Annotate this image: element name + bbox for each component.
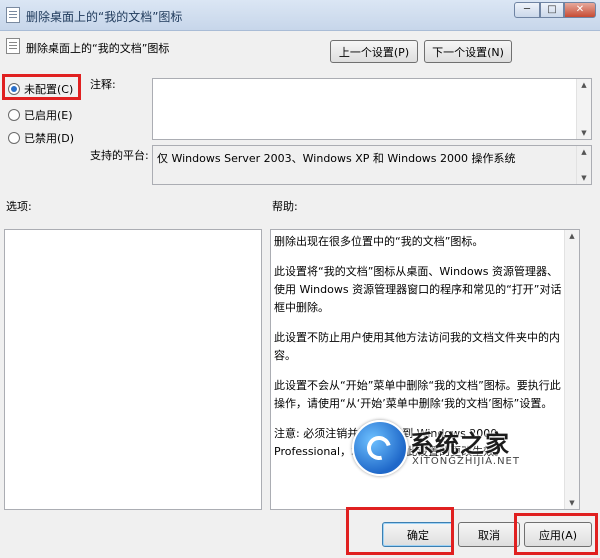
supported-platforms-value: 仅 Windows Server 2003、Windows XP 和 Windo…: [157, 152, 516, 165]
radio-label: 已启用(E): [24, 109, 73, 122]
radio-enabled[interactable]: 已启用(E): [8, 107, 73, 123]
ok-button[interactable]: 确定: [382, 522, 454, 547]
help-scrollbar[interactable]: ▲ ▼: [564, 230, 579, 509]
setting-title: 删除桌面上的“我的文档”图标: [26, 42, 170, 55]
help-label: 帮助:: [272, 200, 298, 213]
scroll-down-arrow-icon[interactable]: ▼: [577, 172, 591, 184]
radio-not-configured[interactable]: 未配置(C): [8, 81, 73, 97]
help-paragraph: 删除出现在很多位置中的“我的文档”图标。: [274, 235, 484, 248]
help-text: 删除出现在很多位置中的“我的文档”图标。 此设置将“我的文档”图标从桌面、Win…: [274, 233, 562, 473]
supported-platforms-label: 支持的平台:: [90, 149, 149, 162]
scroll-up-arrow-icon[interactable]: ▲: [577, 146, 591, 158]
next-setting-button[interactable]: 下一个设置(N): [424, 40, 512, 63]
help-paragraph: 注意: 必须注销并重新登录到 Windows 2000 Professional…: [274, 427, 506, 458]
supported-platforms-box: 仅 Windows Server 2003、Windows XP 和 Windo…: [152, 145, 592, 185]
options-label: 选项:: [6, 200, 32, 213]
comment-textarea[interactable]: ▲ ▼: [152, 78, 592, 140]
radio-disabled[interactable]: 已禁用(D): [8, 130, 74, 146]
apply-button[interactable]: 应用(A): [524, 522, 592, 547]
radio-label: 未配置(C): [24, 83, 74, 96]
radio-button-icon: [8, 132, 20, 144]
scroll-down-arrow-icon[interactable]: ▼: [577, 127, 591, 139]
close-button[interactable]: ✕: [564, 2, 596, 18]
options-pane: [4, 229, 262, 510]
radio-label: 已禁用(D): [24, 132, 75, 145]
radio-button-icon: [8, 109, 20, 121]
policy-document-icon: [6, 7, 20, 23]
comment-label: 注释:: [90, 78, 116, 91]
help-paragraph: 此设置将“我的文档”图标从桌面、Windows 资源管理器、使用 Windows…: [274, 265, 562, 314]
help-pane: 删除出现在很多位置中的“我的文档”图标。 此设置将“我的文档”图标从桌面、Win…: [270, 229, 580, 510]
help-paragraph: 此设置不防止用户使用其他方法访问我的文档文件夹中的内容。: [274, 331, 560, 362]
previous-setting-button[interactable]: 上一个设置(P): [330, 40, 418, 63]
title-bar: 删除桌面上的“我的文档”图标 ─ □ ✕: [0, 0, 600, 31]
scroll-down-arrow-icon[interactable]: ▼: [565, 497, 579, 509]
comment-scrollbar[interactable]: ▲ ▼: [576, 79, 591, 139]
scroll-up-arrow-icon[interactable]: ▲: [565, 230, 579, 242]
scroll-up-arrow-icon[interactable]: ▲: [577, 79, 591, 91]
supported-scrollbar[interactable]: ▲ ▼: [576, 146, 591, 184]
radio-button-icon: [8, 83, 20, 95]
cancel-button[interactable]: 取消: [458, 522, 520, 547]
minimize-button[interactable]: ─: [514, 2, 540, 18]
window-title: 删除桌面上的“我的文档”图标: [26, 10, 183, 24]
help-paragraph: 此设置不会从“开始”菜单中删除“我的文档”图标。要执行此操作，请使用“从‘开始’…: [274, 379, 561, 410]
setting-document-icon: [6, 38, 20, 54]
maximize-button[interactable]: □: [540, 2, 564, 18]
